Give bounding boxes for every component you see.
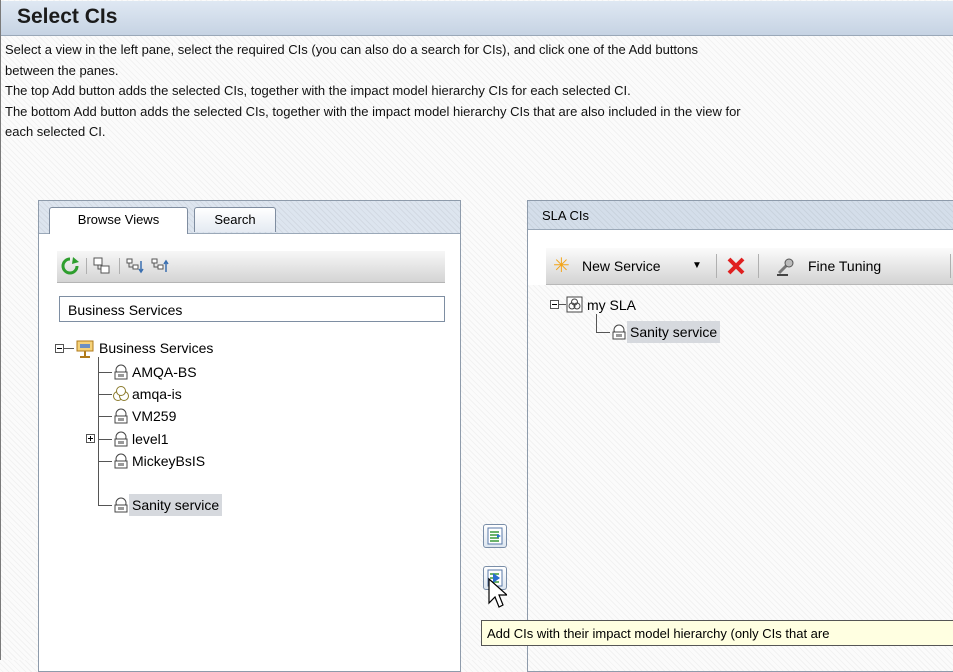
tree-connector: [98, 416, 112, 417]
sla-tree-area: my SLA Sanity service: [528, 285, 953, 671]
tree-item-label: AMQA-BS: [132, 364, 197, 380]
mouse-cursor-icon: [488, 577, 507, 608]
tree-connector: [98, 439, 112, 440]
browse-views-panel: Browse Views Search Business Services Bu…: [38, 200, 461, 672]
delete-button[interactable]: [722, 248, 752, 284]
right-toolbar: ✳ New Service ▼ Fine Tuning: [546, 248, 953, 285]
tree-item-label: my SLA: [587, 297, 637, 313]
tree-connector: [596, 332, 610, 333]
page-title: Select CIs: [17, 5, 118, 28]
business-service-icon: [114, 453, 128, 469]
business-service-icon: [114, 497, 128, 513]
star-icon: ✳: [553, 255, 570, 277]
toolbar-separator: [758, 254, 759, 278]
toolbar-separator: [86, 258, 87, 274]
instruction-line: The bottom Add button adds the selected …: [5, 103, 741, 119]
tree-connector: [64, 348, 74, 349]
instruction-line: each selected CI.: [5, 124, 106, 139]
fine-tuning-icon: [777, 258, 794, 276]
tree-item-label: Sanity service: [627, 321, 721, 343]
business-service-icon: [612, 324, 626, 340]
toolbar-separator: [950, 254, 951, 278]
tree-connector: [98, 357, 99, 505]
tree-item-label: MickeyBsIS: [132, 453, 206, 469]
instruction-line: The top Add button adds the selected CIs…: [5, 83, 631, 98]
tab-search[interactable]: Search: [194, 207, 276, 232]
new-service-button[interactable]: ✳ New Service ▼: [546, 248, 714, 284]
infrastructure-service-icon: [113, 386, 129, 401]
delete-icon: [727, 257, 745, 275]
tree-item-label: level1: [132, 431, 169, 447]
title-bar: Select CIs: [1, 1, 953, 36]
collapse-all-icon[interactable]: [150, 256, 170, 276]
instructions: Select a view in the left pane, select t…: [5, 40, 950, 143]
expand-toggle[interactable]: [86, 434, 95, 443]
business-service-icon: [114, 431, 128, 447]
window-left-border: [0, 0, 1, 660]
tree-connector: [559, 304, 566, 305]
toolbar-separator: [119, 258, 120, 274]
chevron-down-icon: ▼: [692, 260, 702, 271]
business-service-icon: [114, 364, 128, 380]
expand-all-icon[interactable]: [125, 256, 145, 276]
left-tabstrip: Browse Views Search: [39, 201, 460, 234]
left-toolbar: [57, 251, 445, 283]
tab-browse-views[interactable]: Browse Views: [49, 207, 188, 234]
business-service-icon: [114, 408, 128, 424]
new-service-label: New Service: [582, 258, 661, 274]
toolbar-separator: [716, 254, 717, 278]
tree-connector: [98, 461, 112, 462]
tooltip: Add CIs with their impact model hierarch…: [481, 620, 953, 646]
refresh-icon[interactable]: [60, 256, 80, 276]
collapse-toggle[interactable]: [55, 344, 64, 353]
panel-header: SLA CIs: [528, 201, 953, 230]
tree-item-label: VM259: [132, 408, 177, 424]
fine-tuning-button[interactable]: Fine Tuning: [762, 248, 932, 284]
tree-connector: [98, 505, 112, 506]
add-cis-hierarchy-button[interactable]: [483, 524, 507, 548]
instruction-line: between the panes.: [5, 62, 119, 78]
instruction-line: Select a view in the left pane, select t…: [5, 42, 698, 57]
tree-item-label: Business Services: [99, 340, 214, 356]
sla-icon: [566, 296, 583, 313]
tree-connector: [98, 372, 112, 373]
collapse-toggle[interactable]: [550, 300, 559, 309]
add-cis-hierarchy-icon: [487, 527, 503, 545]
tree-connector: [596, 314, 597, 332]
tree-item-label: amqa-is: [132, 386, 182, 402]
tree-item-label: Sanity service: [129, 494, 223, 516]
view-selector[interactable]: Business Services: [59, 296, 445, 322]
tree-connector: [98, 394, 112, 395]
fine-tuning-label: Fine Tuning: [808, 258, 882, 274]
show-hierarchy-icon[interactable]: [92, 256, 112, 276]
sla-cis-panel: SLA CIs ✳ New Service ▼ Fine Tuning my S…: [527, 200, 953, 672]
business-services-view-icon: [76, 340, 94, 358]
